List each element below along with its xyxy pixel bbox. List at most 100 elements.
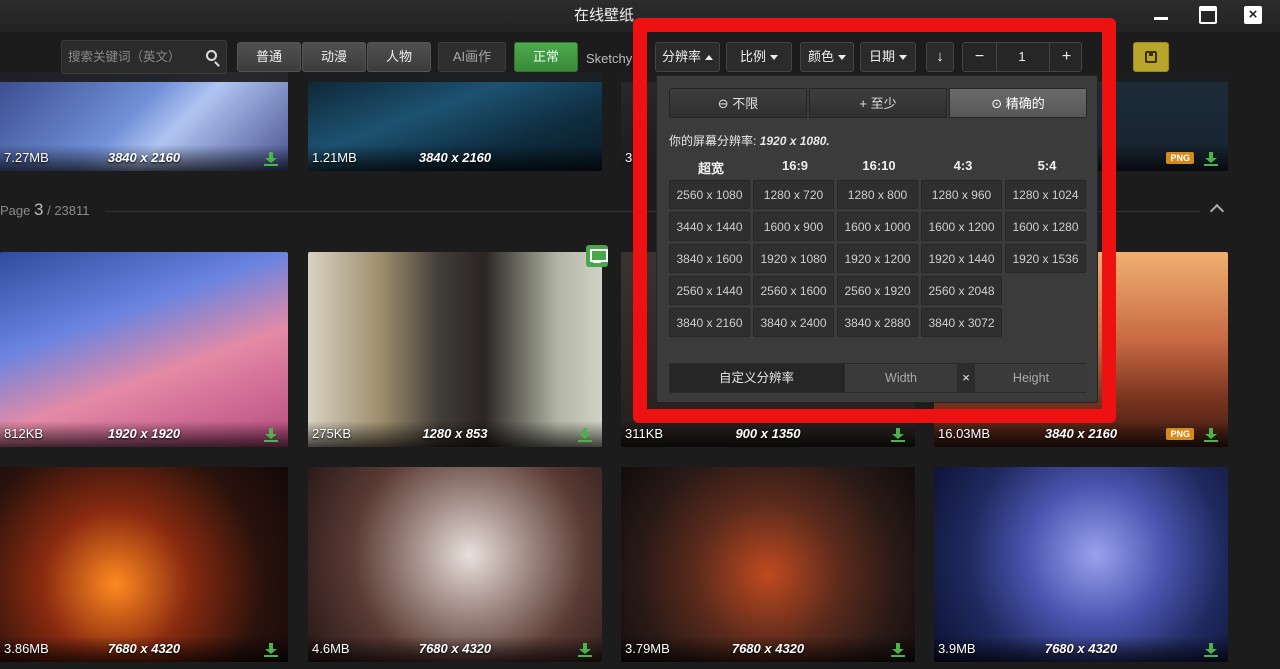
resolution-option[interactable]: 1920 x 1536 [1005,244,1086,273]
download-icon[interactable] [264,152,278,166]
download-icon[interactable] [578,428,592,442]
resolution-option[interactable]: 3840 x 1600 [669,244,750,273]
search-input[interactable] [68,47,198,67]
title-bar: 在线壁纸 × [0,0,1280,32]
column-header: 16:9 [781,158,809,173]
resolution-label: 7680 x 4320 [107,641,181,656]
screen-resolution-info: 你的屏幕分辨率: 1920 x 1080. [669,132,830,149]
mode-at-least-button[interactable]: + 至少 [809,88,947,118]
resolution-option[interactable]: 1600 x 1200 [921,212,1002,241]
png-badge: PNG [1166,428,1194,440]
screen-resolution-value: 1920 x 1080. [759,134,830,148]
resolution-option[interactable]: 3840 x 2880 [837,308,918,337]
resolution-option[interactable]: 1600 x 900 [753,212,834,241]
download-icon[interactable] [1204,152,1218,166]
page-total: / 23811 [47,203,90,218]
resolution-option[interactable]: 2560 x 1920 [837,276,918,305]
png-badge: PNG [1166,152,1194,164]
scrollbar[interactable] [1270,82,1280,669]
resolution-option[interactable]: 1280 x 800 [837,180,918,209]
save-button[interactable] [1133,42,1169,72]
resolution-option[interactable]: 3840 x 2160 [669,308,750,337]
purity-normal-button[interactable]: 正常 [514,42,578,72]
resolution-option[interactable]: 2560 x 1440 [669,276,750,305]
page-stepper[interactable]: − 1 + [962,42,1082,72]
resolution-option[interactable]: 1920 x 1200 [837,244,918,273]
page-current: 3 [34,200,44,219]
resolution-option[interactable]: 3840 x 2400 [753,308,834,337]
category-people-button[interactable]: 人物 [367,42,431,72]
close-icon[interactable]: × [1244,6,1262,24]
increment-button[interactable]: + [1049,43,1083,71]
resolution-option[interactable]: 1600 x 1280 [1005,212,1086,241]
custom-resolution-button[interactable]: 自定义分辨率 [670,364,844,392]
page-number-field[interactable]: 1 [997,43,1047,71]
download-icon[interactable] [1204,643,1218,657]
maximize-icon[interactable] [1199,6,1217,24]
resolution-option[interactable]: 3840 x 3072 [921,308,1002,337]
resolution-dropdown[interactable]: 分辨率 [655,42,720,72]
wallpaper-thumb[interactable]: 1.21MB 3840 x 2160 [308,72,602,171]
set-wallpaper-monitor-icon[interactable] [586,245,608,267]
search-icon[interactable] [206,50,217,61]
resolution-option[interactable]: 1280 x 720 [753,180,834,209]
width-input[interactable]: Width [845,364,957,392]
window-title: 在线壁纸 [573,7,634,24]
download-icon[interactable] [891,428,905,442]
download-icon[interactable] [891,643,905,657]
wallpaper-thumb[interactable]: 3.79MB 7680 x 4320 [621,467,915,662]
date-dropdown[interactable]: 日期 [860,42,916,72]
resolution-option[interactable]: 3440 x 1440 [669,212,750,241]
wallpaper-thumb[interactable]: 3.86MB 7680 x 4320 [0,467,288,662]
resolution-label: 3840 x 2160 [418,150,492,165]
resolution-option[interactable]: 1920 x 1440 [921,244,1002,273]
wallpaper-thumb[interactable]: 275KB 1280 x 853 [308,252,602,447]
page-label: Page [0,203,31,218]
sort-order-button[interactable]: ↓ [926,42,954,72]
resolution-label: 1920 x 1920 [107,426,181,441]
resolution-option[interactable]: 1600 x 1000 [837,212,918,241]
resolution-option[interactable]: 1920 x 1080 [753,244,834,273]
resolution-option[interactable]: 2560 x 1080 [669,180,750,209]
column-header: 4:3 [953,158,973,173]
resolution-option[interactable]: 1280 x 1024 [1005,180,1086,209]
resolution-panel: ⊖ 不限 + 至少 ⊙ 精确的 你的屏幕分辨率: 1920 x 1080. 超宽… [656,75,1098,403]
file-size: 3 [625,150,633,165]
ratio-dropdown[interactable]: 比例 [726,42,792,72]
wallpaper-thumb[interactable]: 7.27MB 3840 x 2160 [0,72,288,171]
arrow-down-icon: ↓ [936,48,944,65]
ai-art-button[interactable]: AI画作 [438,42,506,72]
resolution-mode-segmented: ⊖ 不限 + 至少 ⊙ 精确的 [669,88,1087,118]
mode-any-button[interactable]: ⊖ 不限 [669,88,807,118]
ratio-label: 比例 [739,49,766,64]
download-icon[interactable] [264,643,278,657]
download-icon[interactable] [264,428,278,442]
download-icon[interactable] [578,643,592,657]
wallpaper-app: 在线壁纸 × 7.27MB 3840 x 2160 1.21MB 3840 x … [0,0,1280,669]
purity-sketchy-button[interactable]: Sketchy [586,51,632,66]
wallpaper-thumb[interactable]: 4.6MB 7680 x 4320 [308,467,602,662]
search-box[interactable] [61,40,227,74]
category-anime-button[interactable]: 动漫 [302,42,366,72]
mode-exact-button[interactable]: ⊙ 精确的 [949,88,1087,118]
resolution-label: 分辨率 [661,49,701,64]
custom-resolution-row: 自定义分辨率 Width × Height [669,363,1087,393]
resolution-option[interactable]: 1280 x 960 [921,180,1002,209]
color-label: 颜色 [807,49,834,64]
decrement-button[interactable]: − [963,43,997,71]
height-input[interactable]: Height [975,364,1087,392]
resolution-label: 7680 x 4320 [731,641,805,656]
resolution-label: 3840 x 2160 [107,150,181,165]
resolution-label: 7680 x 4320 [1044,641,1118,656]
chevron-down-icon [770,55,778,61]
category-general-button[interactable]: 普通 [237,42,301,72]
download-icon[interactable] [1204,428,1218,442]
minimize-icon[interactable] [1152,6,1170,24]
column-header: 超宽 [697,161,724,176]
wallpaper-thumb[interactable]: 812KB 1920 x 1920 [0,252,288,447]
resolution-label: 1280 x 853 [422,426,488,441]
resolution-option[interactable]: 2560 x 1600 [753,276,834,305]
color-dropdown[interactable]: 颜色 [800,42,854,72]
wallpaper-thumb[interactable]: 3.9MB 7680 x 4320 [934,467,1228,662]
resolution-option[interactable]: 2560 x 2048 [921,276,1002,305]
